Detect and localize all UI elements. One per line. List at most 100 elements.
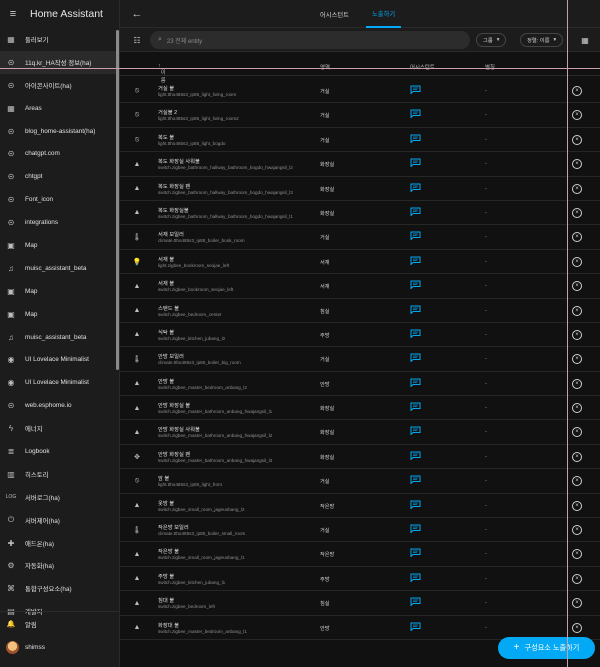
remove-circle-icon[interactable]: × [572, 354, 582, 365]
search-input[interactable]: ⌕ 23 전체 entity [150, 31, 470, 49]
sidebar-item[interactable]: ♫ muisc_assistant_beta [0, 326, 119, 349]
table-row[interactable]: 💡 서재 불 light.zigbee_bookroom_seojae_left 서재… [120, 250, 600, 275]
sidebar-item[interactable]: ⌘ 통합구성요소(ha) [0, 577, 119, 600]
sidebar-item[interactable]: ▦ 둘러보기 [0, 28, 119, 51]
sidebar-item[interactable]: ▣ Map [0, 280, 119, 303]
table-row[interactable]: ✥ 안방 화장실 팬 switch.zigbee_master_bathroom_a… [120, 445, 600, 470]
table-row[interactable]: ▲ 안방 화장실 불 switch.zigbee_master_bathroom_a… [120, 396, 600, 421]
table-row[interactable]: ▲ 안방 화장실 사워불 switch.zigbee_master_bathroom… [120, 420, 600, 445]
assist-chat-icon[interactable] [410, 524, 421, 534]
table-row[interactable]: ▲ 서재 불 switch.zigbee_bookroom_seojae_left 서… [120, 274, 600, 299]
table-row[interactable]: ▲ 옷방 불 switch.zigbee_small_room_jageunbang… [120, 494, 600, 519]
remove-circle-icon[interactable]: × [572, 207, 582, 218]
tab-assistants[interactable]: 어시스턴트 [320, 0, 349, 28]
sidebar-item[interactable]: ⚙ 자동화(ha) [0, 554, 119, 577]
sidebar-item[interactable]: ϟ 에너지 [0, 417, 119, 440]
remove-circle-icon[interactable]: × [572, 622, 582, 633]
table-row[interactable]: ▲ 주방 불 switch.zigbee_kitchen_jubang_l1 주방 - × [120, 567, 600, 592]
assist-chat-icon[interactable] [410, 158, 421, 168]
sidebar-item[interactable]: ⊝ Font_icon [0, 188, 119, 211]
remove-circle-icon[interactable]: × [572, 134, 582, 145]
remove-circle-icon[interactable]: × [572, 110, 582, 121]
sidebar-item[interactable]: ♫ muisc_assistant_beta [0, 257, 119, 280]
remove-circle-icon[interactable]: × [572, 305, 582, 316]
assist-chat-icon[interactable] [410, 134, 421, 143]
assist-chat-icon[interactable] [410, 256, 421, 265]
notifications-item[interactable]: 🔔 알림 [0, 613, 119, 636]
remove-circle-icon[interactable]: × [572, 476, 582, 487]
assist-chat-icon[interactable] [410, 451, 421, 460]
sidebar-item[interactable]: ≣ Logbook [0, 440, 119, 463]
table-row[interactable]: ▲ 침대 불 switch.zigbee_bedroom_left 침실 - × [120, 591, 600, 616]
assist-chat-icon[interactable] [410, 622, 421, 631]
assist-chat-icon[interactable] [410, 305, 421, 314]
assist-chat-icon[interactable] [410, 183, 421, 192]
remove-circle-icon[interactable]: × [572, 549, 582, 560]
remove-circle-icon[interactable]: × [572, 451, 582, 462]
remove-circle-icon[interactable]: × [572, 281, 582, 292]
sidebar-item[interactable]: ⊝ chatgpt.com [0, 142, 119, 165]
table-row[interactable]: ▲ 작은방 불 switch.zigbee_small_room_jageunban… [120, 542, 600, 567]
assist-chat-icon[interactable] [410, 353, 421, 363]
sidebar-item[interactable]: ⊝ chtgpt [0, 165, 119, 188]
sidebar-item[interactable]: ▥ 히스토리 [0, 463, 119, 486]
sidebar-scrollbar[interactable] [116, 30, 119, 370]
remove-circle-icon[interactable]: × [572, 525, 582, 536]
assist-chat-icon[interactable] [410, 207, 421, 216]
assist-chat-icon[interactable] [410, 573, 421, 582]
tab-expose[interactable]: 노출하기 [366, 0, 402, 28]
back-arrow-icon[interactable]: ← [130, 7, 144, 21]
table-row[interactable]: ⦸ 거실불 2 light.ttho485s3_ip85_light_living_… [120, 103, 600, 128]
sidebar-item[interactable]: ⏻ 서버제어(ha) [0, 509, 119, 532]
remove-circle-icon[interactable]: × [572, 573, 582, 584]
table-row[interactable]: ▲ 스탠드 불 switch.zigbee_bedroom_center 침실 - × [120, 299, 600, 323]
assist-chat-icon[interactable] [410, 426, 421, 436]
sidebar-item[interactable]: ▣ Map [0, 303, 119, 326]
sidebar-item[interactable]: ⊝ blog_home-assistant(ha) [0, 120, 119, 143]
table-row[interactable]: ▲ 복도 화장실 팬 switch.zigbee_bathroom_hallway_… [120, 177, 600, 201]
table-row[interactable]: ▲ 복도 화장실불 switch.zigbee_bathroom_hallway_b… [120, 201, 600, 226]
table-row[interactable]: 🌡 안방 보일러 climate.ttho485s3_ip85_boiler_big… [120, 347, 600, 372]
expose-entities-button[interactable]: + 구성요소 노출하기 [498, 637, 595, 659]
table-row[interactable]: 🌡 서재 보일러 climate.ttho485s3_ip85_boiler_boo… [120, 225, 600, 250]
assist-chat-icon[interactable] [410, 402, 421, 412]
remove-circle-icon[interactable]: × [572, 427, 582, 438]
group-by-button[interactable]: 그룹 ▾ [476, 33, 507, 47]
sidebar-item[interactable]: LOG 서버로그(ha) [0, 486, 119, 509]
remove-circle-icon[interactable]: × [572, 232, 582, 243]
sort-button[interactable]: 정렬: 이름 ▾ [520, 33, 564, 47]
table-row[interactable]: ⦸ 복도 불 light.ttho485s3_ip85_light_bogdo 거실 -… [120, 128, 600, 153]
remove-circle-icon[interactable]: × [572, 183, 582, 194]
sidebar-item[interactable]: ⊝ web.esphome.io [0, 394, 119, 417]
assist-chat-icon[interactable] [410, 109, 421, 119]
remove-circle-icon[interactable]: × [572, 256, 582, 267]
filter-icon[interactable]: ☷ [130, 33, 144, 47]
table-row[interactable]: 🌡 작은방 보일러 climate.ttho485s3_ip85_boiler_sm… [120, 518, 600, 543]
sidebar-item[interactable]: ⊝ integrations [0, 211, 119, 234]
remove-circle-icon[interactable]: × [572, 598, 582, 609]
table-row[interactable]: ▲ 식탁 불 switch.zigbee_kitchen_jubang_l2 주방 - × [120, 323, 600, 348]
sidebar-item[interactable]: ⊝ 11q.kr_HA작성 정보(ha) [0, 50, 119, 74]
assist-chat-icon[interactable] [410, 85, 421, 94]
assist-chat-icon[interactable] [410, 231, 421, 241]
table-row[interactable]: ⦸ 앞 불 light.ttho485s3_ip85_light_front 거실 - × [120, 469, 600, 494]
menu-icon[interactable]: ≡ [6, 7, 20, 21]
sidebar-item[interactable]: ⊝ 아이콘사이트(ha) [0, 74, 119, 97]
assist-chat-icon[interactable] [410, 329, 421, 338]
table-settings-icon[interactable]: ▦ [578, 33, 592, 47]
column-header-area[interactable]: 영역 [320, 63, 330, 71]
table-row[interactable]: ▲ 복도 화장실 사워불 switch.zigbee_bathroom_hallwa… [120, 152, 600, 177]
table-row[interactable]: ⦸ 거실 불 light.ttho485s3_ip85_light_living_r… [120, 79, 600, 104]
remove-circle-icon[interactable]: × [572, 378, 582, 389]
remove-circle-icon[interactable]: × [572, 329, 582, 340]
assist-chat-icon[interactable] [410, 597, 421, 607]
profile-item[interactable]: shimss [0, 636, 119, 659]
remove-circle-icon[interactable]: × [572, 86, 582, 96]
remove-circle-icon[interactable]: × [572, 403, 582, 414]
sidebar-item[interactable]: ▣ Map [0, 234, 119, 257]
remove-circle-icon[interactable]: × [572, 159, 582, 170]
remove-circle-icon[interactable]: × [572, 500, 582, 511]
sidebar-item[interactable]: ✚ 애드온(ha) [0, 532, 119, 555]
table-row[interactable]: ▲ 안방 불 switch.zigbee_master_bedroom_anbang… [120, 372, 600, 397]
assist-chat-icon[interactable] [410, 378, 421, 387]
